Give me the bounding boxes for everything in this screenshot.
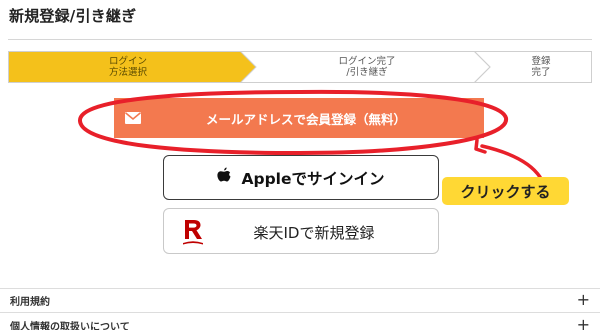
accordion-privacy[interactable]: 個人情報の取扱いについて + (10, 314, 590, 330)
email-register-button[interactable]: メールアドレスで会員登録（無料） (114, 98, 484, 138)
step-1-label: ログイン 方法選択 (108, 56, 147, 78)
progress-stepper: ログイン 方法選択 ログイン完了 /引き継ぎ 登録 完了 (8, 51, 592, 83)
accordion-terms[interactable]: 利用規約 + (10, 289, 590, 311)
rakuten-register-button[interactable]: 楽天IDで新規登録 (163, 208, 439, 254)
apple-signin-button[interactable]: Appleでサインイン (163, 155, 439, 200)
page-title: 新規登録/引き継ぎ (9, 7, 137, 25)
step-2-label: ログイン完了 /引き継ぎ (338, 56, 396, 78)
title-divider (8, 39, 592, 40)
apple-signin-label: Appleでサインイン (241, 169, 385, 188)
click-callout: クリックする (442, 177, 569, 205)
mail-icon (114, 98, 152, 138)
email-register-label: メールアドレスで会員登録（無料） (205, 111, 406, 127)
rakuten-register-label: 楽天IDで新規登録 (253, 223, 375, 242)
accordion-terms-label: 利用規約 (10, 296, 50, 308)
step-3-label: 登録 完了 (531, 56, 551, 78)
list-divider (0, 312, 600, 313)
plus-icon: + (576, 315, 590, 330)
pointer-arrow (480, 144, 542, 179)
apple-icon (217, 167, 231, 188)
accordion-privacy-label: 個人情報の取扱いについて (10, 321, 130, 330)
plus-icon: + (576, 290, 590, 309)
